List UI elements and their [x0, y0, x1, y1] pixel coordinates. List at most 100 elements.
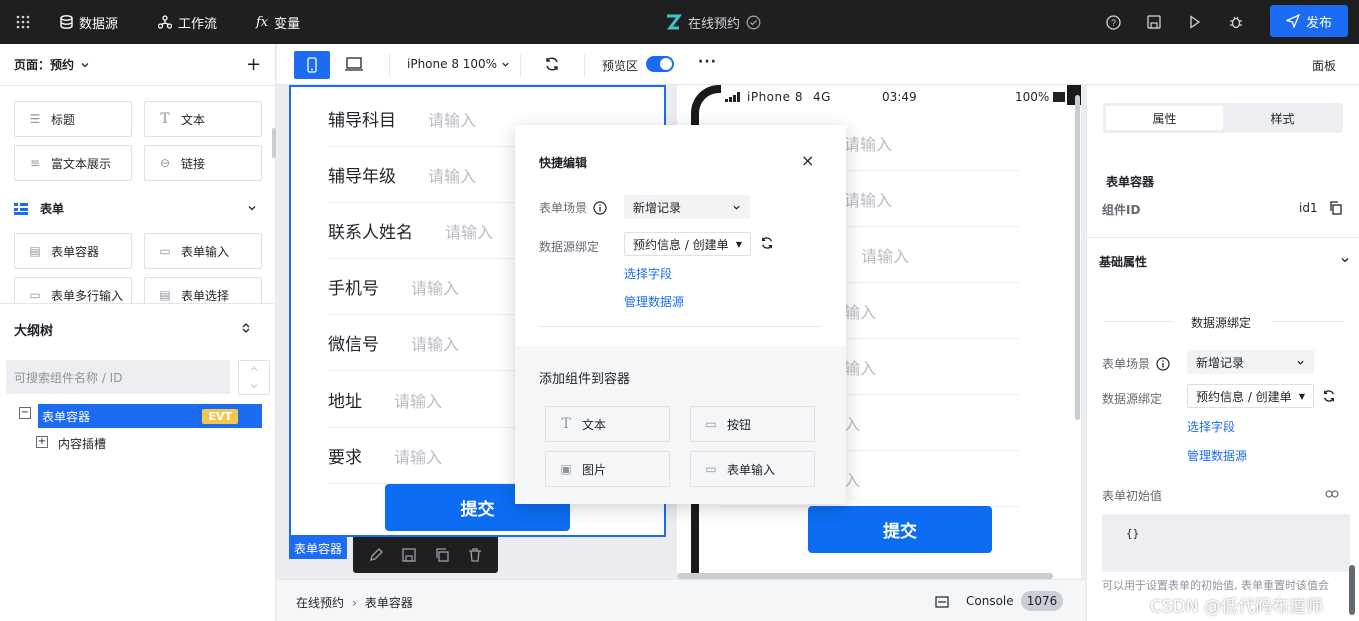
- image-icon: ▣: [560, 462, 572, 476]
- mobile-view-button[interactable]: [294, 51, 330, 79]
- collapse-icon[interactable]: −: [19, 407, 31, 419]
- preview-submit-button[interactable]: 提交: [808, 506, 992, 553]
- component-form-input[interactable]: ▭ 表单输入: [144, 233, 262, 269]
- field-label: 辅导年级: [328, 167, 396, 187]
- field-placeholder[interactable]: 请输入: [428, 107, 476, 131]
- datasource-select[interactable]: 预约信息 / 创建单 ▼: [1187, 384, 1314, 408]
- manage-datasource-link[interactable]: 管理数据源: [1187, 447, 1247, 464]
- init-value-label: 表单初始值: [1102, 489, 1163, 503]
- form-group-icon: [14, 202, 28, 215]
- field-placeholder[interactable]: 请输入: [394, 444, 442, 468]
- tab-style[interactable]: 样式: [1225, 106, 1340, 130]
- info-icon[interactable]: [593, 200, 607, 215]
- chevron-up-icon[interactable]: [249, 364, 259, 374]
- text-icon: T: [160, 111, 170, 127]
- component-heading[interactable]: ☰ 标题: [14, 101, 132, 137]
- status-bar: 在线预约 › 表单容器 Console 1076: [277, 579, 1085, 621]
- scene-select[interactable]: 新增记录: [624, 195, 750, 219]
- workflow-menu[interactable]: 工作流: [158, 0, 217, 44]
- delete-trash-icon[interactable]: [467, 547, 483, 563]
- tab-properties[interactable]: 属性: [1106, 106, 1223, 130]
- console-label[interactable]: Console: [966, 594, 1014, 608]
- panel-toggle[interactable]: 面板: [1312, 57, 1336, 74]
- collapse-toggle-icon[interactable]: [240, 322, 252, 334]
- add-form-input-button[interactable]: ▭ 表单输入: [690, 451, 815, 487]
- chevron-down-icon[interactable]: [1340, 255, 1350, 265]
- desktop-view-button[interactable]: [345, 57, 363, 74]
- close-icon[interactable]: ×: [801, 151, 814, 170]
- manage-datasource-link[interactable]: 管理数据源: [624, 293, 684, 310]
- publish-button[interactable]: 发布: [1270, 5, 1348, 37]
- app-title-group: 在线预约: [664, 0, 761, 44]
- component-text[interactable]: T 文本: [144, 101, 262, 137]
- basic-props-header[interactable]: 基础属性: [1099, 253, 1147, 270]
- phone-time: 03:49: [882, 90, 917, 104]
- copy-icon[interactable]: [1329, 201, 1342, 215]
- stepper[interactable]: [238, 360, 270, 395]
- chevron-down-icon[interactable]: [249, 381, 259, 391]
- refresh-icon[interactable]: [1322, 389, 1336, 403]
- datasource-select[interactable]: 预约信息 / 创建单 ▼: [624, 232, 751, 256]
- divider: [539, 326, 821, 327]
- field-placeholder[interactable]: 请输入: [411, 275, 459, 299]
- device-select[interactable]: iPhone 8 100%: [407, 57, 510, 71]
- more-icon[interactable]: ···: [698, 54, 717, 70]
- debug-bug-icon[interactable]: [1229, 0, 1243, 44]
- select-field-link[interactable]: 选择字段: [624, 265, 672, 282]
- refresh-icon[interactable]: [760, 236, 774, 250]
- component-form-container[interactable]: ▤ 表单容器: [14, 233, 132, 269]
- form-group-header[interactable]: 表单: [14, 200, 64, 217]
- page-selector[interactable]: 页面：预约: [14, 56, 90, 73]
- breadcrumb-item[interactable]: 在线预约: [296, 594, 344, 611]
- add-page-icon[interactable]: +: [246, 54, 261, 75]
- component-form-select[interactable]: ▤ 表单选择: [144, 277, 262, 303]
- run-icon[interactable]: [1189, 0, 1201, 44]
- preview-toggle[interactable]: [646, 56, 674, 72]
- help-icon[interactable]: ?: [1106, 0, 1121, 44]
- save-icon[interactable]: [401, 547, 417, 563]
- divider: [520, 54, 521, 76]
- tree-node-slot[interactable]: 内容插槽: [58, 435, 106, 452]
- field-placeholder[interactable]: 请输入: [394, 388, 442, 412]
- info-icon[interactable]: [1156, 356, 1170, 371]
- apps-grid-icon[interactable]: [16, 0, 30, 44]
- scene-row-label: 表单场景: [539, 199, 607, 216]
- datasource-menu[interactable]: 数据源: [60, 0, 118, 44]
- component-richtext[interactable]: ≡ 富文本展示: [14, 145, 132, 181]
- select-field-link[interactable]: 选择字段: [1187, 418, 1235, 435]
- edit-pencil-icon[interactable]: [368, 547, 384, 563]
- variables-menu[interactable]: fx 变量: [256, 0, 300, 44]
- outline-search-input[interactable]: 可搜索组件名称 / ID: [6, 360, 230, 394]
- breadcrumb-item[interactable]: 表单容器: [365, 594, 413, 611]
- tree-node-form-container[interactable]: 表单容器 EVT: [38, 404, 262, 428]
- expand-icon[interactable]: +: [36, 436, 48, 448]
- component-label: 表单容器: [51, 244, 100, 259]
- network: 4G: [812, 90, 831, 104]
- init-value-editor[interactable]: {}: [1102, 514, 1350, 572]
- save-icon[interactable]: [1147, 0, 1161, 44]
- copy-icon[interactable]: [434, 547, 450, 563]
- link-bind-icon[interactable]: [1325, 489, 1339, 499]
- add-text-button[interactable]: T 文本: [545, 406, 670, 442]
- console-icon[interactable]: [935, 596, 949, 608]
- field-placeholder[interactable]: 请输入: [445, 219, 493, 243]
- vertical-scrollbar[interactable]: [1075, 95, 1080, 420]
- breadcrumb: 在线预约 › 表单容器: [296, 594, 413, 611]
- right-panel: 属性 样式 表单容器 组件ID id1 基础属性 数据源绑定 表单场景 新增记录…: [1086, 85, 1359, 621]
- refresh-icon[interactable]: [544, 56, 560, 72]
- field-placeholder: 入: [844, 414, 861, 434]
- field-placeholder[interactable]: 请输入: [428, 163, 476, 187]
- scene-value: 新增记录: [1196, 355, 1245, 370]
- add-item-label: 表单输入: [727, 462, 776, 477]
- scrollbar-thumb[interactable]: [1349, 565, 1355, 615]
- field-placeholder[interactable]: 请输入: [411, 331, 459, 355]
- add-button-button[interactable]: ▭ 按钮: [690, 406, 815, 442]
- init-value: {}: [1126, 527, 1140, 540]
- component-form-textarea[interactable]: ▭ 表单多行输入: [14, 277, 132, 303]
- component-link[interactable]: ⊖ 链接: [144, 145, 262, 181]
- field-label: 要求: [328, 448, 362, 468]
- scrollbar-thumb[interactable]: [272, 128, 276, 158]
- chevron-down-icon[interactable]: [247, 203, 257, 213]
- scene-select[interactable]: 新增记录: [1187, 350, 1314, 374]
- add-image-button[interactable]: ▣ 图片: [545, 451, 670, 487]
